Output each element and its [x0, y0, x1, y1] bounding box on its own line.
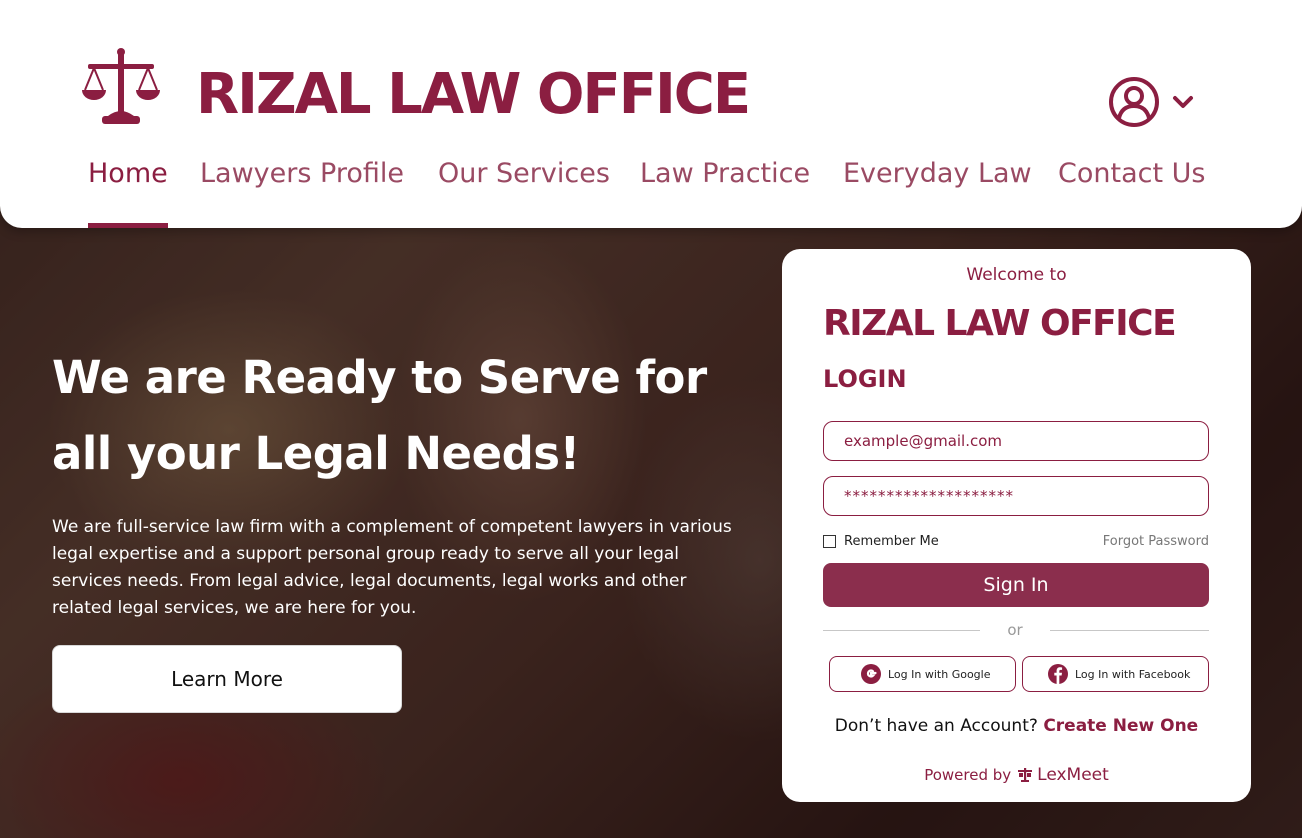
powered-by-text: Powered by	[924, 766, 1012, 784]
welcome-text: Welcome to	[966, 265, 1067, 285]
hero-description: We are full-service law firm with a comp…	[52, 517, 732, 618]
hero-title-line2: all your Legal Needs!	[52, 427, 580, 480]
forgot-password-link[interactable]: Forgot Password	[1103, 534, 1209, 549]
powered-by-brand: LexMeet	[1037, 765, 1109, 785]
facebook-login-button[interactable]: Log In with Facebook	[1022, 656, 1209, 692]
or-separator: or	[1007, 621, 1023, 639]
brand-title[interactable]: RIZAL LAW OFFICE	[196, 62, 751, 127]
nav-item-home[interactable]: Home	[88, 158, 168, 228]
hero-title-line1: We are Ready to Serve for	[52, 351, 707, 404]
user-menu[interactable]	[1108, 76, 1194, 128]
lexmeet-logo-icon	[1018, 768, 1033, 782]
scales-of-justice-icon	[82, 48, 160, 124]
nav-item-lawyers-profile[interactable]: Lawyers Profile	[200, 158, 404, 228]
nav-item-contact-us[interactable]: Contact Us	[1058, 158, 1205, 228]
user-account-icon[interactable]	[1108, 76, 1160, 128]
facebook-icon	[1048, 664, 1068, 684]
no-account-text: Don’t have an Account?	[834, 716, 1038, 736]
remember-me[interactable]: Remember Me	[823, 534, 939, 549]
login-card: Welcome to RIZAL LAW OFFICE LOGIN Rememb…	[782, 249, 1251, 802]
email-field[interactable]	[823, 421, 1209, 461]
nav-item-law-practice[interactable]: Law Practice	[640, 158, 810, 228]
nav-item-everyday-law[interactable]: Everyday Law	[843, 158, 1032, 228]
login-heading: LOGIN	[823, 365, 907, 393]
learn-more-button[interactable]: Learn More	[52, 645, 402, 713]
divider-right	[1050, 630, 1209, 631]
login-brand-title: RIZAL LAW OFFICE	[823, 303, 1177, 344]
sign-in-button[interactable]: Sign In	[823, 563, 1209, 607]
facebook-login-label: Log In with Facebook	[1075, 667, 1191, 681]
remember-me-label: Remember Me	[844, 534, 939, 549]
password-field[interactable]	[823, 476, 1209, 516]
remember-me-checkbox[interactable]	[823, 535, 836, 548]
create-account-link[interactable]: Create New One	[1043, 716, 1198, 736]
site-header: RIZAL LAW OFFICE Home Lawyers Profile Ou…	[0, 0, 1302, 228]
nav-item-our-services[interactable]: Our Services	[438, 158, 610, 228]
powered-by: Powered by LexMeet	[782, 765, 1251, 785]
google-login-button[interactable]: Log In with Google	[829, 656, 1016, 692]
google-login-label: Log In with Google	[888, 667, 991, 681]
google-icon	[861, 664, 881, 684]
no-account-row: Don’t have an Account? Create New One	[782, 716, 1251, 736]
chevron-down-icon[interactable]	[1172, 91, 1194, 113]
hero-title: We are Ready to Serve for all your Legal…	[52, 340, 772, 492]
divider-left	[823, 630, 980, 631]
